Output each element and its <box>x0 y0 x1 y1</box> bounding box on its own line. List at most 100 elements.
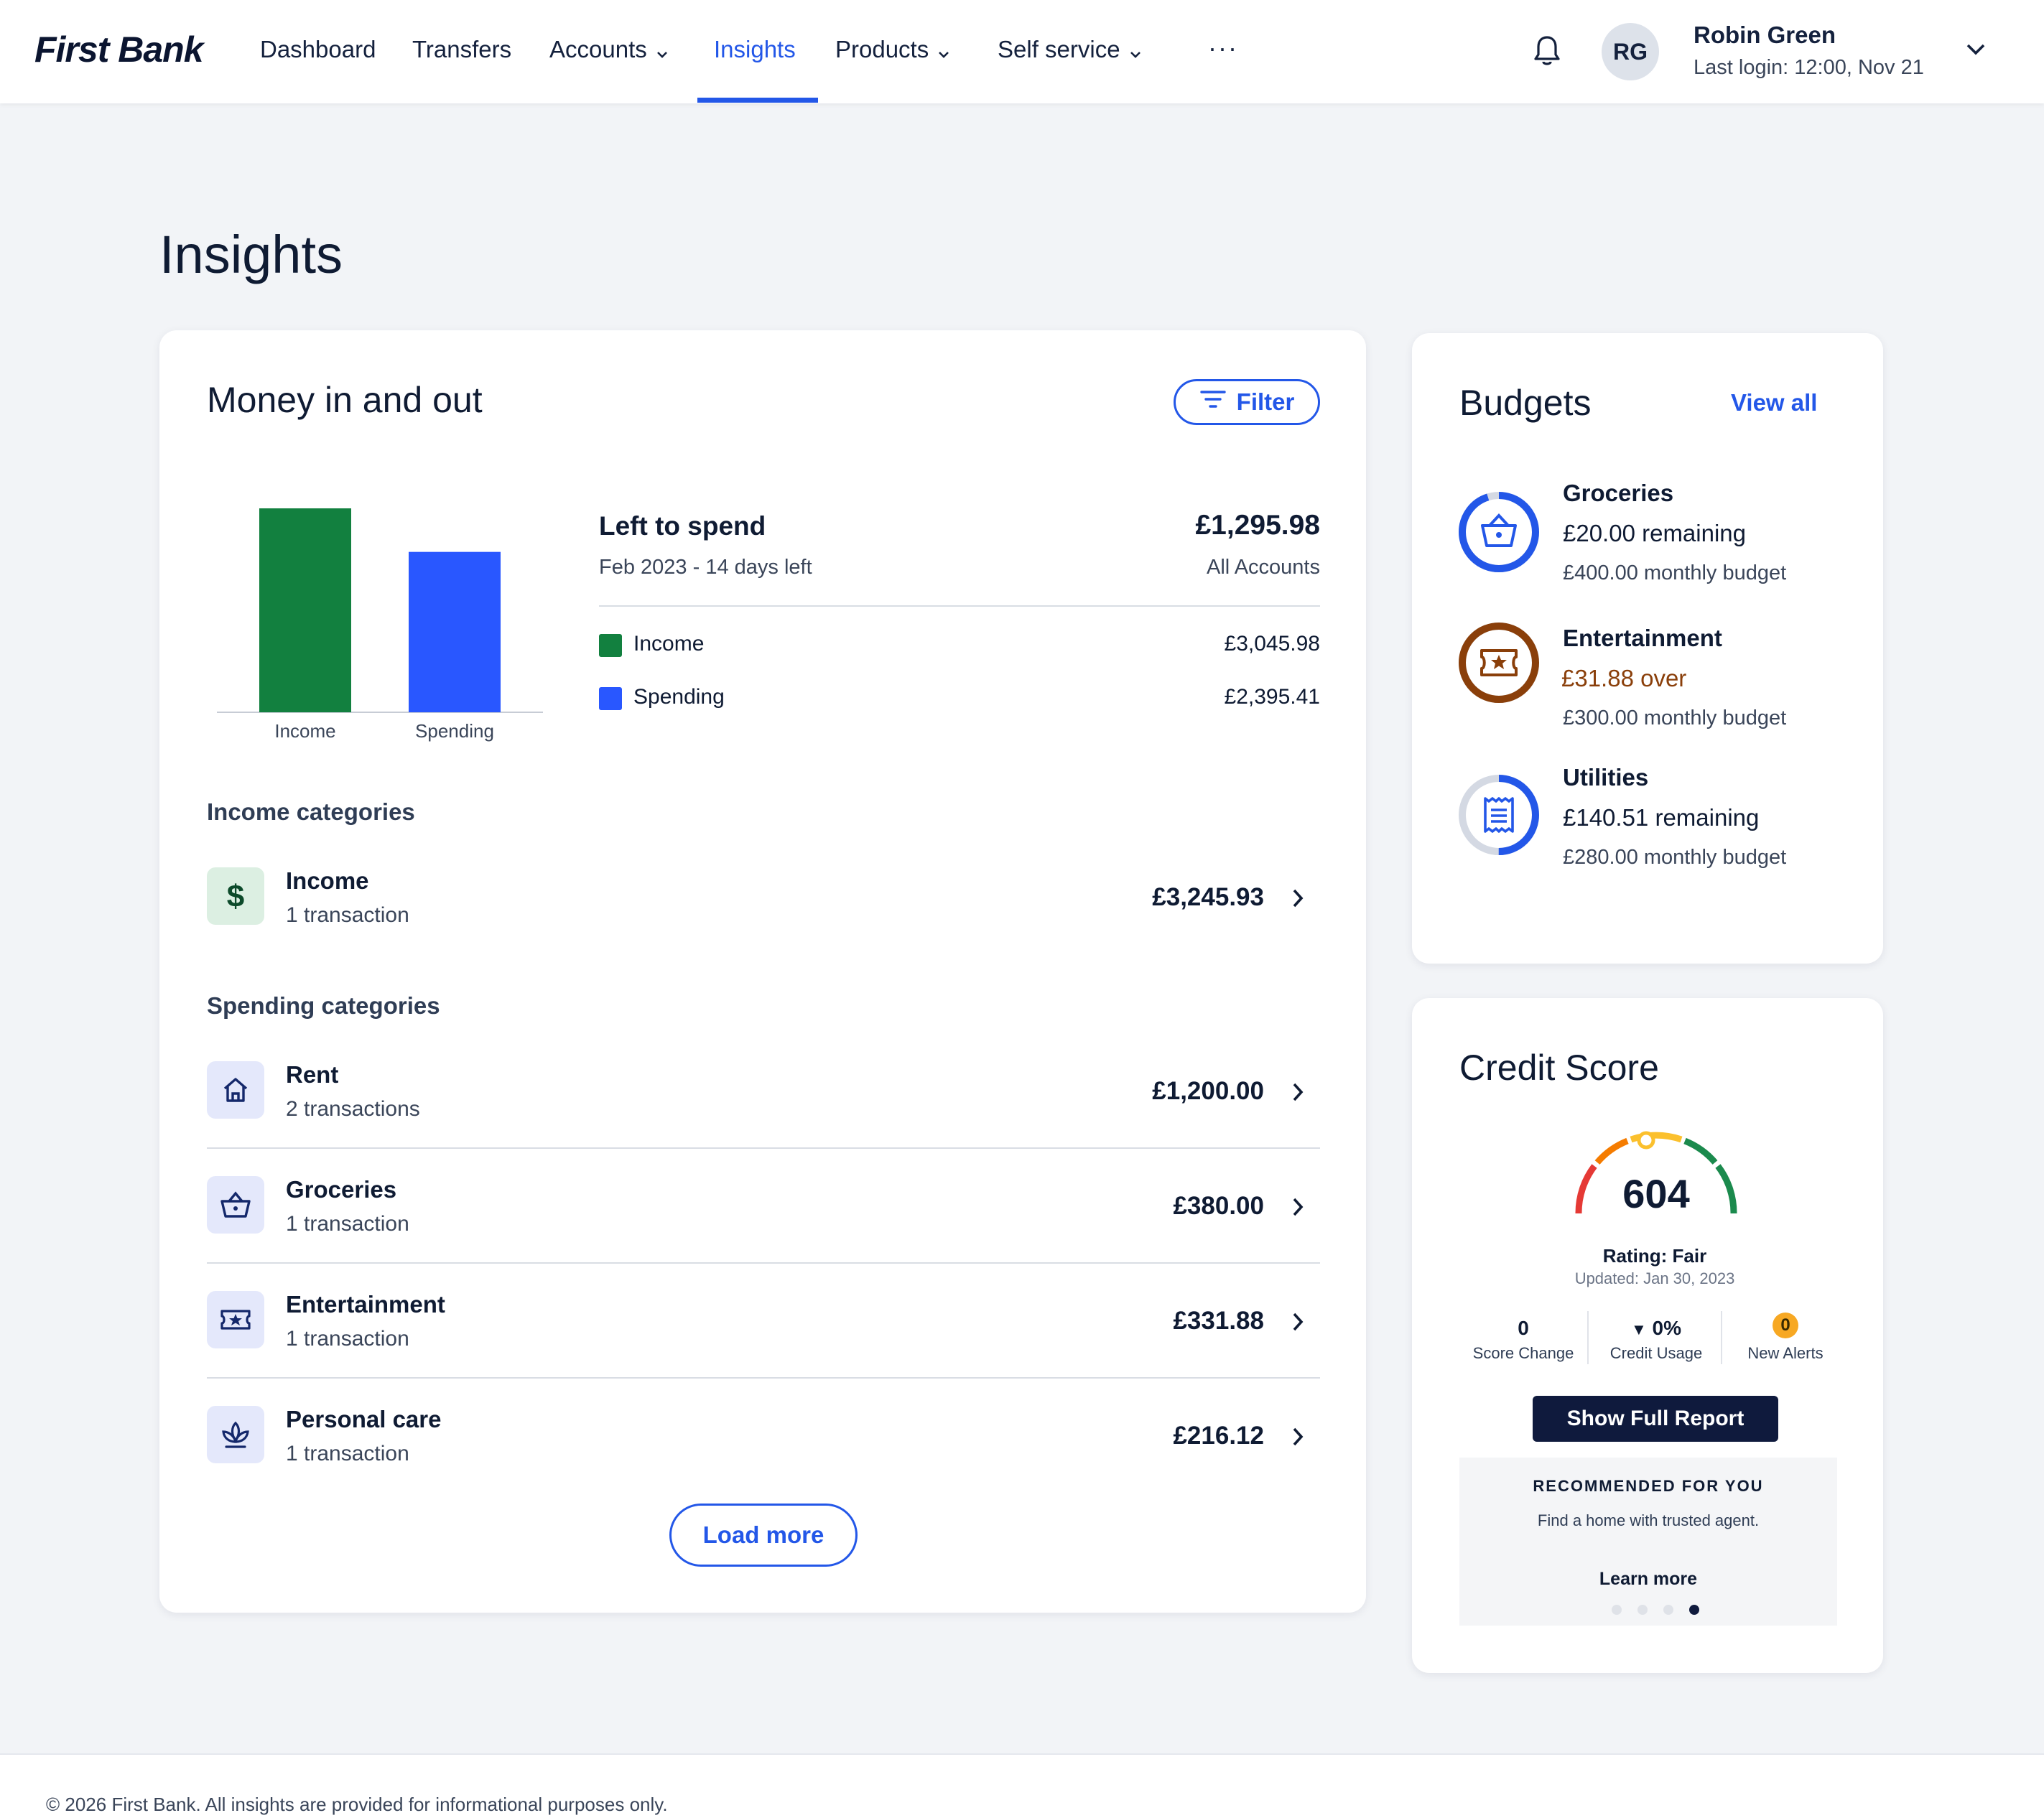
budget-limit: £280.00 monthly budget <box>1563 846 1787 869</box>
category-name: Income <box>286 867 369 894</box>
chevron-right-icon[interactable] <box>1290 1311 1306 1336</box>
budget-status: £31.88 over <box>1561 665 1687 691</box>
brand-logo[interactable]: First Bank <box>34 29 204 70</box>
filter-label: Filter <box>1236 388 1295 415</box>
divider <box>207 1377 1320 1379</box>
nav-products[interactable]: Products <box>835 36 950 65</box>
list-item[interactable] <box>207 1291 264 1348</box>
nav-transfers-label: Transfers <box>412 36 512 62</box>
category-sub: 1 transaction <box>286 903 409 927</box>
left-to-spend-amount: £1,295.98 <box>1195 510 1320 541</box>
more-menu-button[interactable]: ··· <box>1208 33 1238 63</box>
credit-rating: Rating: Fair <box>1602 1245 1707 1267</box>
chevron-right-icon[interactable] <box>1290 1081 1306 1106</box>
bell-icon[interactable] <box>1533 34 1561 71</box>
list-item[interactable] <box>207 1061 264 1119</box>
period-label: Feb 2023 - 14 days left <box>599 556 812 579</box>
footer-text: © 2026 First Bank. All insights are prov… <box>46 1794 668 1815</box>
svg-text:$: $ <box>227 879 244 914</box>
nav-insights[interactable]: Insights <box>714 36 796 63</box>
nav-accounts-label: Accounts <box>549 36 647 62</box>
category-sub: 2 transactions <box>286 1097 420 1121</box>
legend-value-spending: £2,395.41 <box>1224 685 1320 709</box>
category-amount: £331.88 <box>1173 1307 1264 1335</box>
money-bar-chart: Income Spending <box>217 508 543 742</box>
budget-name: Utilities <box>1563 764 1649 791</box>
chevron-down-icon <box>937 37 950 65</box>
ticket-icon <box>207 1291 264 1348</box>
category-sub: 1 transaction <box>286 1327 409 1351</box>
divider <box>207 1147 1320 1149</box>
legend-value-income: £3,045.98 <box>1224 632 1320 656</box>
nav-accounts[interactable]: Accounts <box>549 36 669 65</box>
down-triangle-icon: ▼ <box>1630 1320 1647 1338</box>
carousel-dot[interactable] <box>1612 1605 1622 1615</box>
carousel-dot[interactable] <box>1663 1605 1673 1615</box>
category-sub: 1 transaction <box>286 1212 409 1236</box>
nav-dashboard-label: Dashboard <box>260 36 376 62</box>
budget-progress-ring[interactable] <box>1455 619 1543 707</box>
credit-updated: Updated: Jan 30, 2023 <box>1574 1269 1735 1287</box>
category-name: Entertainment <box>286 1291 445 1318</box>
chevron-right-icon[interactable] <box>1290 887 1306 913</box>
avatar[interactable]: RG <box>1602 23 1659 80</box>
chevron-right-icon[interactable] <box>1290 1426 1306 1451</box>
receipt-icon <box>1484 797 1514 833</box>
chevron-right-icon[interactable] <box>1290 1196 1306 1221</box>
chevron-down-icon[interactable] <box>1965 42 1987 61</box>
nav-dashboard[interactable]: Dashboard <box>260 36 376 63</box>
active-tab-indicator <box>697 98 818 103</box>
filter-button[interactable]: Filter <box>1174 379 1320 425</box>
basket-icon <box>1481 513 1517 547</box>
budget-status: £20.00 remaining <box>1563 520 1747 546</box>
income-categories-title: Income categories <box>207 798 415 825</box>
list-item[interactable]: $ <box>207 867 264 925</box>
view-all-link[interactable]: View all <box>1731 389 1817 416</box>
category-name: Personal care <box>286 1406 442 1432</box>
category-name: Groceries <box>286 1176 397 1203</box>
category-amount: £3,245.93 <box>1152 883 1264 911</box>
category-amount: £380.00 <box>1173 1192 1264 1220</box>
legend-label-income: Income <box>633 632 705 656</box>
lotus-icon <box>207 1406 264 1463</box>
credit-score-value: 604 <box>1622 1171 1690 1216</box>
nav-self-service[interactable]: Self service <box>998 36 1142 65</box>
legend-swatch-spending <box>599 687 622 710</box>
user-name: Robin Green <box>1694 22 1836 48</box>
stat-divider <box>1721 1311 1722 1364</box>
learn-more-link[interactable]: Learn more <box>1459 1569 1837 1590</box>
new-alerts-badge[interactable]: 0 <box>1773 1313 1798 1338</box>
legend-swatch-income <box>599 634 622 657</box>
scope-label: All Accounts <box>1207 556 1320 579</box>
credit-usage-value: 0% <box>1652 1317 1682 1339</box>
new-alerts-label: New Alerts <box>1747 1344 1824 1362</box>
budget-name: Groceries <box>1563 480 1674 506</box>
reco-text: Find a home with trusted agent. <box>1537 1511 1760 1529</box>
load-more-button[interactable]: Load more <box>669 1504 858 1567</box>
category-amount: £216.12 <box>1173 1422 1264 1450</box>
spending-categories-title: Spending categories <box>207 992 440 1019</box>
gauge-marker <box>1637 1131 1655 1150</box>
credit-usage-label: Credit Usage <box>1609 1344 1703 1362</box>
money-card-title: Money in and out <box>207 380 483 420</box>
nav-transfers[interactable]: Transfers <box>412 36 511 63</box>
chevron-down-icon <box>656 37 669 65</box>
last-login: Last login: 12:00, Nov 21 <box>1694 56 1924 79</box>
home-icon <box>207 1061 264 1119</box>
ticket-icon <box>1480 649 1518 676</box>
legend-label-spending: Spending <box>633 685 725 709</box>
stat-divider <box>1587 1311 1589 1364</box>
carousel-dot[interactable] <box>1637 1605 1648 1615</box>
credit-score-title: Credit Score <box>1459 1048 1659 1088</box>
budget-progress-ring[interactable] <box>1455 771 1543 859</box>
budget-limit: £300.00 monthly budget <box>1563 707 1787 729</box>
list-item[interactable] <box>207 1176 264 1234</box>
x-tick-label-income: Income <box>274 720 335 742</box>
x-tick-label-spending: Spending <box>415 720 494 742</box>
budget-progress-ring[interactable] <box>1455 488 1543 576</box>
score-change-value: 0 <box>1518 1317 1529 1339</box>
left-to-spend-label: Left to spend <box>599 511 766 541</box>
carousel-dot-active[interactable] <box>1689 1605 1699 1615</box>
show-full-report-button[interactable]: Show Full Report <box>1533 1396 1778 1442</box>
list-item[interactable] <box>207 1406 264 1463</box>
